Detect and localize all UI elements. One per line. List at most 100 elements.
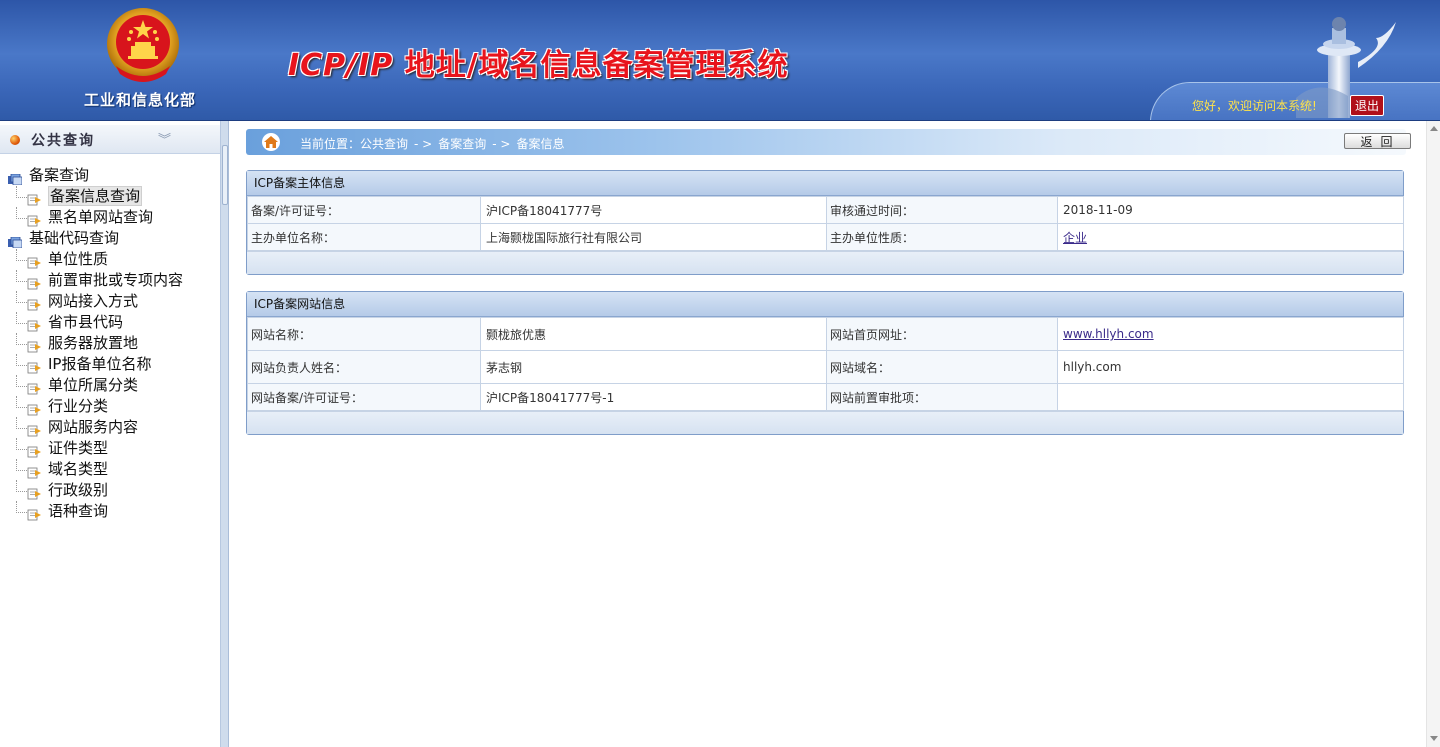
entity-panel-footer [247, 251, 1403, 274]
document-icon [27, 212, 42, 227]
orange-dot-icon [10, 135, 20, 145]
tree-item-label: 单位所属分类 [48, 376, 139, 394]
field-label: 网站首页网址： [826, 317, 1058, 351]
tree-item-label: 行业分类 [48, 397, 109, 415]
field-link[interactable]: 企业 [1063, 231, 1087, 245]
tree-item-label: 行政级别 [48, 481, 109, 499]
tree-item[interactable]: 网站服务内容 [0, 417, 220, 438]
national-emblem-icon [107, 8, 179, 82]
breadcrumb-prefix: 当前位置：公共查询 [300, 137, 409, 151]
entity-info-table: 备案/许可证号： 沪ICP备18041777号 审核通过时间： 2018-11-09 主… [247, 196, 1404, 251]
site-panel-title: ICP备案网站信息 [247, 292, 1403, 317]
tree-connector [16, 312, 27, 324]
tree-item[interactable]: 单位性质 [0, 249, 220, 270]
field-value: hllyh.com [1057, 350, 1404, 384]
tree-connector [16, 417, 27, 429]
document-icon [27, 464, 42, 479]
field-label: 网站备案/许可证号： [247, 383, 481, 411]
tree-item[interactable]: 省市县代码 [0, 312, 220, 333]
field-label: 主办单位名称： [247, 223, 481, 251]
field-value: 上海颢栊国际旅行社有限公司 [480, 223, 827, 251]
field-value: 企业 [1057, 223, 1404, 251]
welcome-message: 您好，欢迎访问本系统! [1192, 99, 1317, 113]
tree-item[interactable]: 黑名单网站查询 [0, 207, 220, 228]
document-icon [27, 191, 42, 206]
sidebar-title: 公共查询 [31, 133, 95, 149]
breadcrumb: 当前位置：公共查询 - > 备案查询 - > 备案信息 返回 [246, 129, 1411, 155]
folder-icon [8, 233, 23, 249]
tree-item[interactable]: 行政级别 [0, 480, 220, 501]
tree-item[interactable]: 证件类型 [0, 438, 220, 459]
tree-item-label: 服务器放置地 [48, 334, 139, 352]
tree-item[interactable]: 备案信息查询 [0, 186, 220, 207]
page-scrollbar[interactable] [1426, 121, 1440, 747]
tree-group-label: 基础代码查询 [29, 229, 120, 247]
document-icon [27, 443, 42, 458]
field-label: 审核通过时间： [826, 196, 1058, 224]
field-label: 网站负责人姓名： [247, 350, 481, 384]
tree-connector [16, 396, 27, 408]
tree-connector [16, 249, 27, 261]
field-value: 沪ICP备18041777号 [480, 196, 827, 224]
breadcrumb-level2: 备案查询 [438, 137, 487, 151]
document-icon [27, 359, 42, 374]
field-value: 沪ICP备18041777号-1 [480, 383, 827, 411]
field-label: 网站域名： [826, 350, 1058, 384]
document-icon [27, 506, 42, 521]
sidebar: 公共查询 ︾ 备案查询 备案信息查询 黑名单网站查询基础代码查询单位性质 前置审批或专… [0, 121, 221, 747]
splitter-grip[interactable] [222, 145, 228, 205]
sidebar-splitter[interactable] [221, 121, 229, 747]
main-content: 当前位置：公共查询 - > 备案查询 - > 备案信息 返回 ICP备案主体信息 备案/… [229, 121, 1427, 747]
tree-connector [16, 480, 27, 492]
field-value: 2018-11-09 [1057, 196, 1404, 224]
folder-icon [8, 170, 23, 186]
tree-item-label: IP报备单位名称 [48, 355, 152, 373]
entity-panel-title: ICP备案主体信息 [247, 171, 1403, 196]
tree-group-0[interactable]: 备案查询 [0, 165, 220, 186]
tree-item[interactable]: 域名类型 [0, 459, 220, 480]
tree-item-label: 域名类型 [48, 460, 109, 478]
tree-connector [16, 459, 27, 471]
document-icon [27, 317, 42, 332]
tree-connector [16, 207, 27, 219]
field-label: 主办单位性质： [826, 223, 1058, 251]
info-row: 网站备案/许可证号： 沪ICP备18041777号-1 网站前置审批项： [247, 383, 1404, 411]
breadcrumb-sep: - > [492, 137, 511, 151]
field-label: 备案/许可证号： [247, 196, 481, 224]
sidebar-header[interactable]: 公共查询 ︾ [0, 125, 220, 154]
info-row: 主办单位名称： 上海颢栊国际旅行社有限公司 主办单位性质： 企业 [247, 223, 1404, 251]
field-link[interactable]: www.hllyh.com [1063, 327, 1154, 341]
site-info-panel: ICP备案网站信息 网站名称： 颢栊旅优惠 网站首页网址： www.hllyh.com… [246, 291, 1404, 435]
collapse-chevron-icon[interactable]: ︾ [158, 129, 171, 148]
back-button[interactable]: 返回 [1344, 133, 1411, 149]
site-info-table: 网站名称： 颢栊旅优惠 网站首页网址： www.hllyh.com 网站负责人姓名： 茅志… [247, 317, 1404, 411]
tree-connector [16, 501, 27, 513]
field-value [1057, 383, 1404, 411]
info-row: 备案/许可证号： 沪ICP备18041777号 审核通过时间： 2018-11-09 [247, 196, 1404, 224]
logout-button[interactable]: 退出 [1350, 95, 1385, 116]
tree-item-label: 网站服务内容 [48, 418, 139, 436]
document-icon [27, 296, 42, 311]
tree-connector [16, 186, 27, 198]
home-icon [262, 133, 280, 151]
tree-item[interactable]: 语种查询 [0, 501, 220, 522]
tree-item[interactable]: 服务器放置地 [0, 333, 220, 354]
tree-connector [16, 291, 27, 303]
tree-item[interactable]: 单位所属分类 [0, 375, 220, 396]
tree-item-label: 网站接入方式 [48, 292, 139, 310]
entity-info-panel: ICP备案主体信息 备案/许可证号： 沪ICP备18041777号 审核通过时间： 2… [246, 170, 1404, 275]
tree-item[interactable]: 前置审批或专项内容 [0, 270, 220, 291]
tree-item[interactable]: IP报备单位名称 [0, 354, 220, 375]
field-value: 颢栊旅优惠 [480, 317, 827, 351]
document-icon [27, 485, 42, 500]
tree-group-1[interactable]: 基础代码查询 [0, 228, 220, 249]
tree-item[interactable]: 行业分类 [0, 396, 220, 417]
tree-item-label: 备案信息查询 [48, 186, 143, 206]
tree-item[interactable]: 网站接入方式 [0, 291, 220, 312]
scroll-up-arrow-icon[interactable] [1430, 126, 1438, 131]
info-row: 网站负责人姓名： 茅志钢 网站域名： hllyh.com [247, 350, 1404, 384]
scroll-down-arrow-icon[interactable] [1430, 736, 1438, 741]
tree-item-label: 黑名单网站查询 [48, 208, 154, 226]
document-icon [27, 338, 42, 353]
tree-item-label: 证件类型 [48, 439, 109, 457]
